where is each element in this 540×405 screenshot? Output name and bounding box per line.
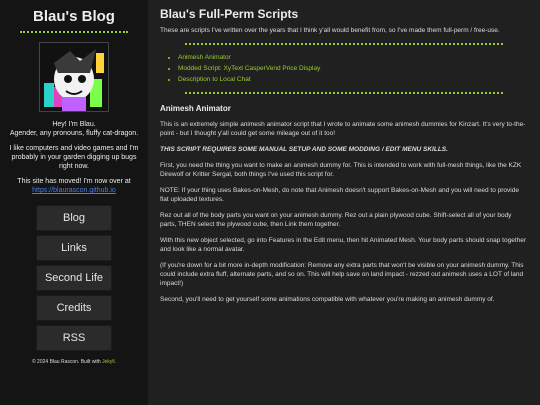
jekyll-link[interactable]: Jekyll. bbox=[102, 359, 116, 365]
toc-link[interactable]: Animesh Animator bbox=[178, 54, 231, 61]
footer: © 2024 Blau Rascon. Built with Jekyll. bbox=[0, 359, 148, 365]
paragraph: Second, you'll need to get yourself some… bbox=[160, 296, 495, 303]
nav-rss-button[interactable]: RSS bbox=[36, 325, 112, 351]
toc-link[interactable]: Description to Local Chat bbox=[178, 76, 251, 83]
site-title[interactable]: Blau's Blog bbox=[0, 8, 148, 25]
sidebar-divider bbox=[20, 31, 128, 33]
page-title: Blau's Full-Perm Scripts bbox=[160, 7, 299, 21]
paragraph: First, you need the thing you want to ma… bbox=[160, 162, 522, 178]
main-content: Blau's Full-Perm Scripts These are scrip… bbox=[148, 0, 540, 405]
bio-identity: Agender, any pronouns, fluffy cat-dragon… bbox=[9, 130, 139, 137]
toc-item[interactable]: Modded Script: XyText CasperVend Price D… bbox=[178, 64, 528, 73]
table-of-contents: Animesh Animator Modded Script: XyText C… bbox=[160, 53, 528, 84]
nav-second-life-button[interactable]: Second Life bbox=[36, 265, 112, 291]
nav-links-button[interactable]: Links bbox=[36, 235, 112, 261]
paragraph: With this new object selected, go into F… bbox=[160, 237, 527, 253]
bio-moved-notice: This site has moved! I'm now over at bbox=[17, 178, 131, 185]
intro-text: These are scripts I've written over the … bbox=[160, 27, 500, 34]
paragraph: Rez out all of the body parts you want o… bbox=[160, 212, 512, 228]
content-divider bbox=[185, 43, 503, 45]
bio-interests: I like computers and video games and I'm… bbox=[9, 145, 139, 170]
paragraph: NOTE: If your thing uses Bakes-on-Mesh, … bbox=[160, 187, 519, 203]
sidebar: Blau's Blog Hey! I'm Blau. Agender, any … bbox=[0, 0, 148, 405]
footer-copyright: © 2024 Blau Rascon. Built with bbox=[31, 359, 101, 365]
toc-item[interactable]: Animesh Animator bbox=[178, 53, 528, 62]
section-heading: Animesh Animator bbox=[160, 104, 231, 113]
nav-menu: Blog Links Second Life Credits RSS bbox=[0, 205, 148, 351]
bio: Hey! I'm Blau. Agender, any pronouns, fl… bbox=[4, 120, 144, 195]
bio-greeting: Hey! I'm Blau. bbox=[52, 121, 96, 128]
nav-blog-button[interactable]: Blog bbox=[36, 205, 112, 231]
warning-paragraph: THIS SCRIPT REQUIRES SOME MANUAL SETUP A… bbox=[160, 146, 448, 153]
toc-link[interactable]: Modded Script: XyText CasperVend Price D… bbox=[178, 65, 320, 72]
paragraph: This is an extremely simple animesh anim… bbox=[160, 121, 526, 137]
moved-link[interactable]: https://blaurascon.github.io bbox=[32, 187, 116, 194]
content-divider bbox=[185, 92, 503, 94]
nav-credits-button[interactable]: Credits bbox=[36, 295, 112, 321]
paragraph: (If you're down for a bit more in-depth … bbox=[160, 262, 524, 287]
avatar bbox=[39, 42, 109, 112]
avatar-image bbox=[40, 43, 108, 111]
toc-item[interactable]: Description to Local Chat bbox=[178, 75, 528, 84]
